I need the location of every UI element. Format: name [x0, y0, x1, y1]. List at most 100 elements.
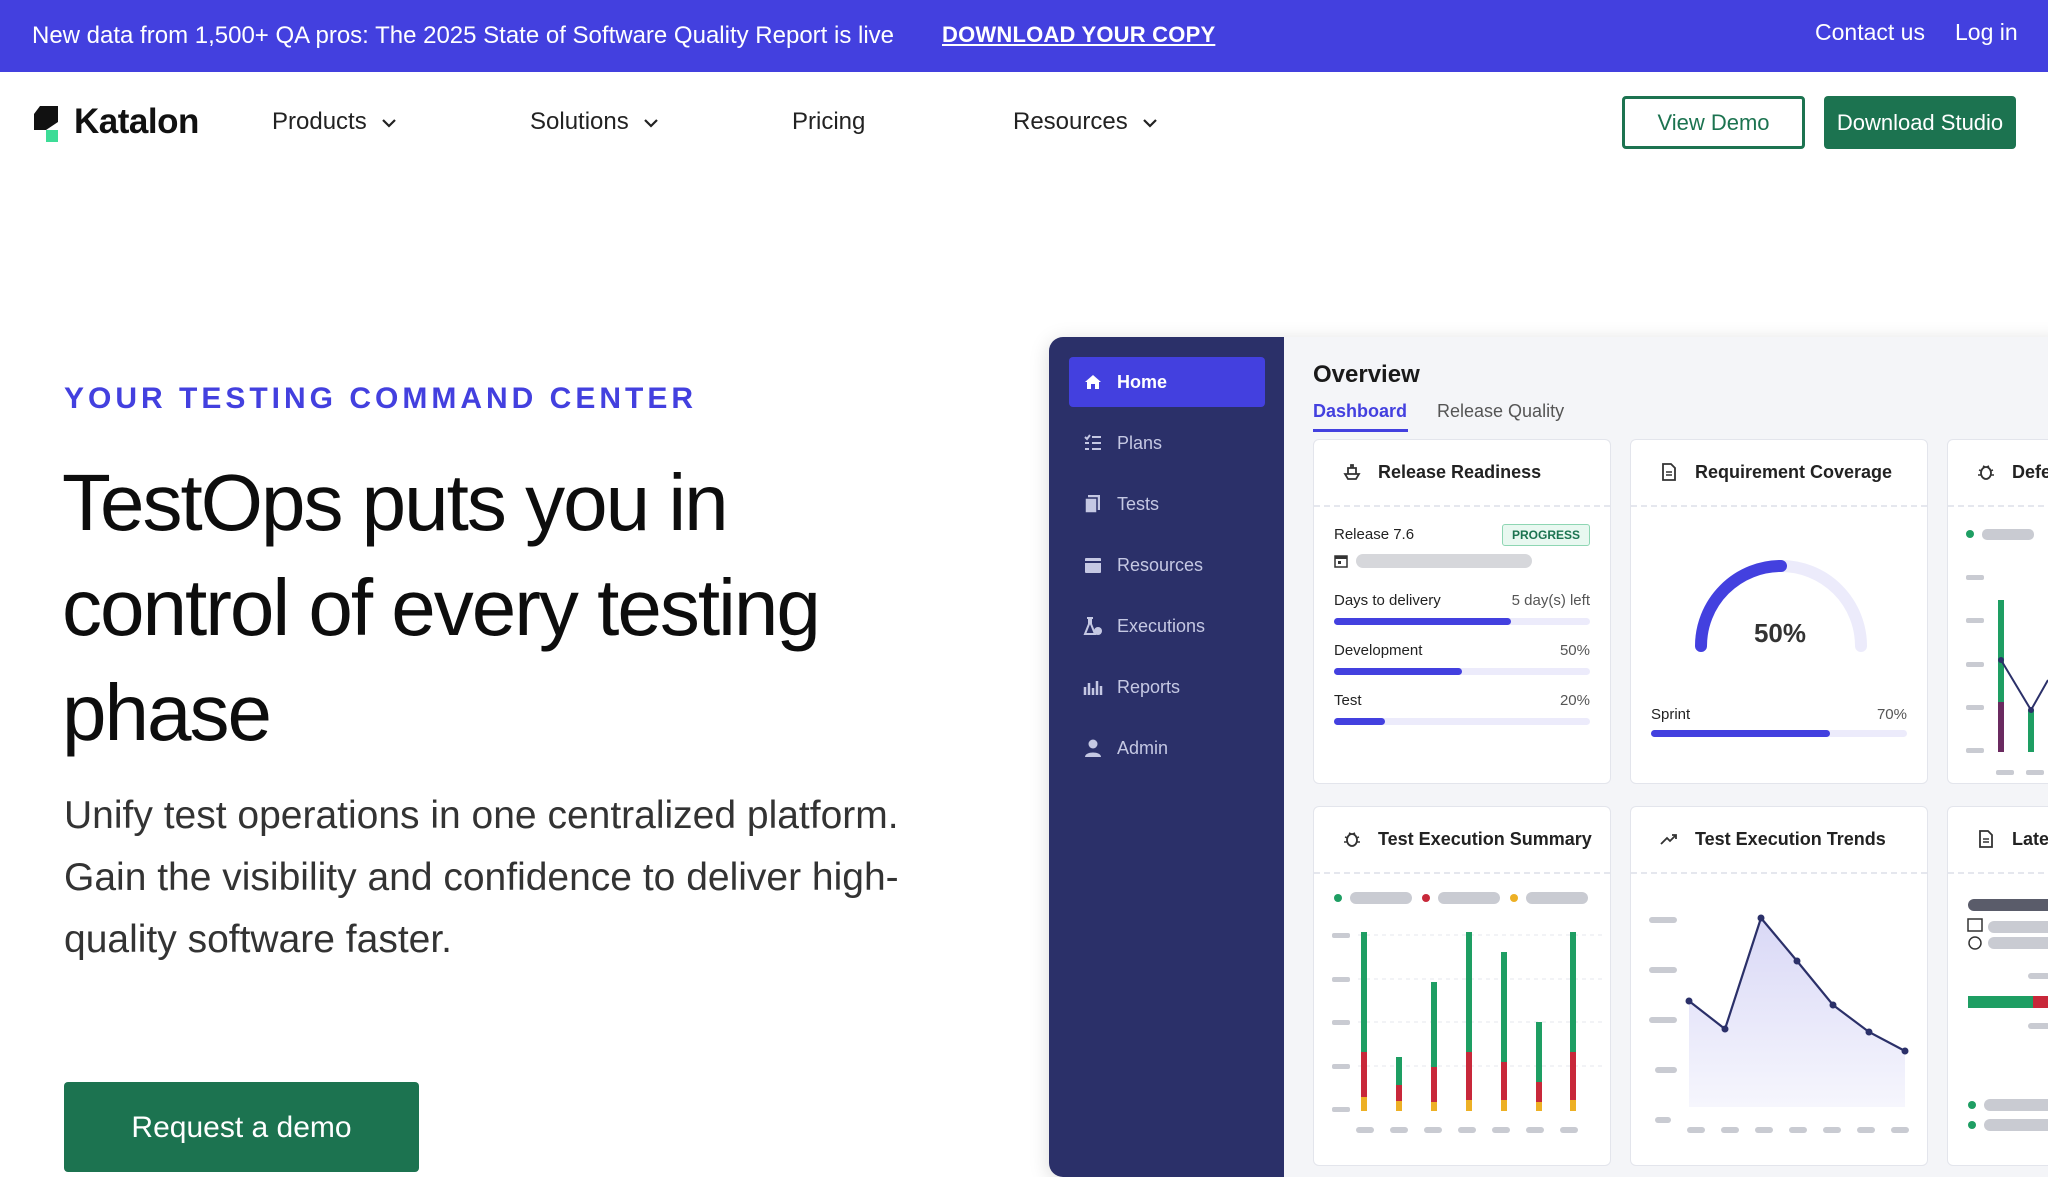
logo-text[interactable]: Katalon [74, 102, 199, 142]
sidebar-item-plans[interactable]: Plans [1069, 418, 1265, 468]
card-title: Late [2012, 829, 2048, 849]
gauge-value: 50% [1753, 618, 1807, 648]
execution-summary-chart [1332, 892, 1604, 1133]
hero-title-line: phase [62, 668, 272, 757]
latest-card: Late [1947, 806, 2048, 1166]
card-header: Late [1948, 807, 2048, 874]
sidebar-label: Home [1117, 372, 1168, 392]
sprint-label: Sprint [1651, 706, 1691, 723]
sidebar-label: Plans [1117, 433, 1163, 453]
sidebar-label: Tests [1117, 494, 1160, 514]
card-header: Defe [1948, 440, 2048, 507]
card-header: Test Execution Trends [1631, 807, 1927, 874]
main-nav: Katalon Products Solutions Pricing Resou… [0, 72, 2048, 172]
file-icon [1979, 830, 1993, 848]
execution-trends-card: Test Execution Trends [1630, 806, 1928, 1166]
row-value: 5 day(s) left [1511, 592, 1590, 609]
login-link[interactable]: Log in [1955, 19, 2018, 46]
hero-title-line: TestOps puts you in [62, 458, 729, 547]
home-icon [1085, 375, 1101, 389]
sidebar-item-tests[interactable]: Tests [1069, 479, 1265, 529]
sidebar-label: Reports [1117, 677, 1181, 697]
row-label: Development [1334, 642, 1423, 659]
hero-title: TestOps puts you in control of every tes… [62, 450, 962, 765]
row-value: 50% [1559, 642, 1590, 659]
document-icon [1084, 495, 1100, 514]
hero-subtitle: Unify test operations in one centralized… [64, 785, 964, 971]
sidebar-label: Admin [1117, 738, 1169, 758]
chevron-down-icon [643, 118, 658, 128]
tab-dashboard[interactable]: Dashboard [1313, 401, 1407, 422]
hero-eyebrow: YOUR TESTING COMMAND CENTER [64, 382, 697, 415]
latest-list [1967, 899, 2048, 1131]
file-icon [1662, 463, 1676, 481]
trend-icon [1660, 834, 1677, 845]
card-title: Test Execution Summary [1378, 829, 1592, 849]
hero-subtitle-line: Gain the visibility and confidence to de… [64, 856, 899, 899]
row-value: 20% [1559, 692, 1590, 709]
nav-pricing[interactable]: Pricing [792, 108, 865, 136]
sprint-value: 70% [1876, 706, 1907, 723]
ship-icon [1343, 464, 1361, 480]
development-progress-bar [1334, 668, 1590, 675]
contact-us-link[interactable]: Contact us [1815, 19, 1925, 46]
executions-icon [1083, 617, 1102, 635]
card-header: Test Execution Summary [1314, 807, 1610, 874]
card-header: Release Readiness [1314, 440, 1610, 507]
bug-icon [1978, 465, 1994, 480]
execution-trends-chart [1649, 914, 1909, 1133]
download-studio-button[interactable]: Download Studio [1824, 96, 2016, 149]
nav-solutions-label: Solutions [530, 108, 629, 135]
checklist-icon [1084, 434, 1101, 450]
dashboard-main: Overview Dashboard Release Quality Relea… [1284, 337, 2048, 1177]
sprint-progress-bar [1651, 730, 1907, 737]
chevron-down-icon [1142, 118, 1157, 128]
status-badge: PROGRESS [1502, 524, 1590, 546]
announcement-banner: New data from 1,500+ QA pros: The 2025 S… [0, 0, 2048, 72]
download-copy-link[interactable]: DOWNLOAD YOUR COPY [942, 22, 1215, 48]
nav-resources-label: Resources [1013, 108, 1128, 135]
view-demo-button[interactable]: View Demo [1622, 96, 1805, 149]
calendar-icon [1334, 555, 1348, 568]
sidebar-item-home[interactable]: Home [1069, 357, 1265, 407]
execution-summary-card: Test Execution Summary [1313, 806, 1611, 1166]
hero-subtitle-line: quality software faster. [64, 918, 453, 961]
release-readiness-card: Release Readiness Release 7.6 PROGRESS D… [1313, 439, 1611, 784]
row-label: Days to delivery [1334, 592, 1441, 609]
progress-fill [1334, 668, 1462, 675]
chevron-down-icon [381, 118, 396, 128]
progress-fill [1334, 718, 1386, 725]
sidebar-item-reports[interactable]: Reports [1069, 662, 1265, 712]
tab-release-quality[interactable]: Release Quality [1437, 401, 1564, 422]
row-label: Test [1334, 692, 1362, 709]
card-header: Requirement Coverage [1631, 440, 1927, 507]
card-title: Requirement Coverage [1695, 462, 1893, 482]
bug-icon [1344, 832, 1360, 847]
dashboard-preview: Home Plans Tests Resources Executions Re… [1049, 337, 2048, 1177]
date-placeholder [1356, 554, 1532, 568]
banner-text: New data from 1,500+ QA pros: The 2025 S… [32, 22, 895, 49]
active-tab-indicator [1313, 429, 1408, 432]
requirement-coverage-card: Requirement Coverage 50% Sprint 70% [1630, 439, 1928, 784]
progress-fill [1334, 618, 1511, 625]
nav-solutions[interactable]: Solutions [530, 108, 659, 136]
overview-title: Overview [1313, 361, 1420, 388]
dashboard-sidebar: Home Plans Tests Resources Executions Re… [1049, 337, 1284, 1177]
hero-subtitle-line: Unify test operations in one centralized… [64, 794, 899, 837]
card-title: Defe [2012, 462, 2048, 482]
hero-title-line: control of every testing [62, 563, 821, 652]
nav-products-label: Products [272, 108, 367, 135]
user-icon [1085, 739, 1101, 757]
sidebar-item-executions[interactable]: Executions [1069, 601, 1265, 651]
katalon-logo-icon[interactable] [32, 102, 62, 144]
folder-icon [1085, 558, 1101, 573]
card-title: Test Execution Trends [1695, 829, 1886, 849]
sidebar-label: Executions [1117, 616, 1206, 636]
sidebar-item-resources[interactable]: Resources [1069, 540, 1265, 590]
test-progress-bar [1334, 718, 1590, 725]
nav-products[interactable]: Products [272, 108, 397, 136]
days-progress-bar [1334, 618, 1590, 625]
request-demo-button[interactable]: Request a demo [64, 1082, 419, 1172]
nav-resources[interactable]: Resources [1013, 108, 1158, 136]
sidebar-item-admin[interactable]: Admin [1069, 723, 1265, 773]
